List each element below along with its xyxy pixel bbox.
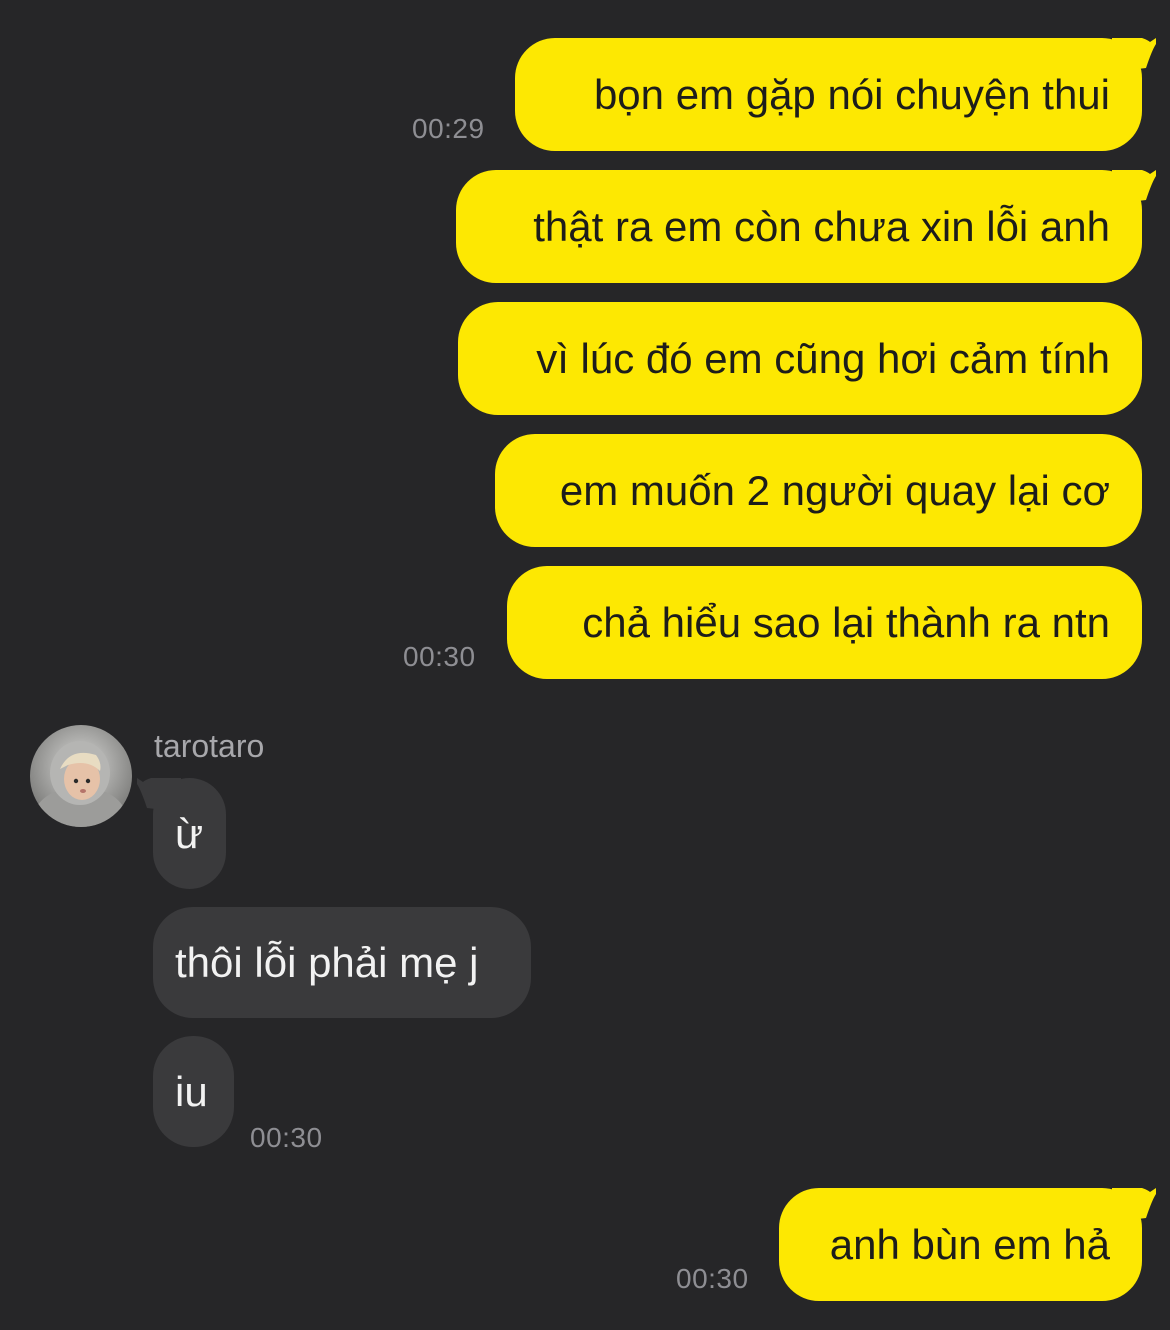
message-text: ừ bbox=[175, 809, 204, 857]
outgoing-message[interactable]: chả hiểu sao lại thành ra ntn bbox=[507, 566, 1142, 679]
user-photo-avatar-icon bbox=[30, 725, 132, 827]
avatar[interactable] bbox=[30, 725, 132, 827]
message-text: anh bùn em hả bbox=[829, 1220, 1110, 1268]
outgoing-message[interactable]: em muốn 2 người quay lại cơ bbox=[495, 434, 1142, 547]
message-text: chả hiểu sao lại thành ra ntn bbox=[582, 598, 1110, 646]
bubble-tail-icon bbox=[137, 778, 181, 812]
outgoing-message[interactable]: thật ra em còn chưa xin lỗi anh bbox=[456, 170, 1156, 283]
message-text: em muốn 2 người quay lại cơ bbox=[559, 466, 1110, 514]
message-timestamp: 00:30 bbox=[676, 1263, 749, 1294]
bubble-tail-icon bbox=[1112, 38, 1156, 72]
message-timestamp: 00:30 bbox=[403, 641, 476, 672]
outgoing-message[interactable]: bọn em gặp nói chuyện thui bbox=[515, 38, 1156, 151]
incoming-message[interactable]: ừ bbox=[137, 778, 226, 889]
message-timestamp: 00:30 bbox=[250, 1122, 323, 1153]
incoming-message[interactable]: iu bbox=[153, 1036, 234, 1147]
outgoing-message[interactable]: anh bùn em hả bbox=[779, 1188, 1156, 1301]
message-text: vì lúc đó em cũng hơi cảm tính bbox=[536, 334, 1110, 382]
bubble-tail-icon bbox=[1112, 170, 1156, 204]
message-text: thật ra em còn chưa xin lỗi anh bbox=[533, 202, 1110, 250]
message-timestamp: 00:29 bbox=[412, 113, 485, 144]
message-text: thôi lỗi phải mẹ j bbox=[175, 938, 479, 986]
bubble-tail-icon bbox=[1112, 1188, 1156, 1222]
incoming-message[interactable]: thôi lỗi phải mẹ j bbox=[153, 907, 531, 1018]
message-text: bọn em gặp nói chuyện thui bbox=[593, 70, 1110, 118]
outgoing-message[interactable]: vì lúc đó em cũng hơi cảm tính bbox=[458, 302, 1142, 415]
sender-name: tarotaro bbox=[154, 728, 265, 764]
message-text: iu bbox=[175, 1067, 208, 1115]
